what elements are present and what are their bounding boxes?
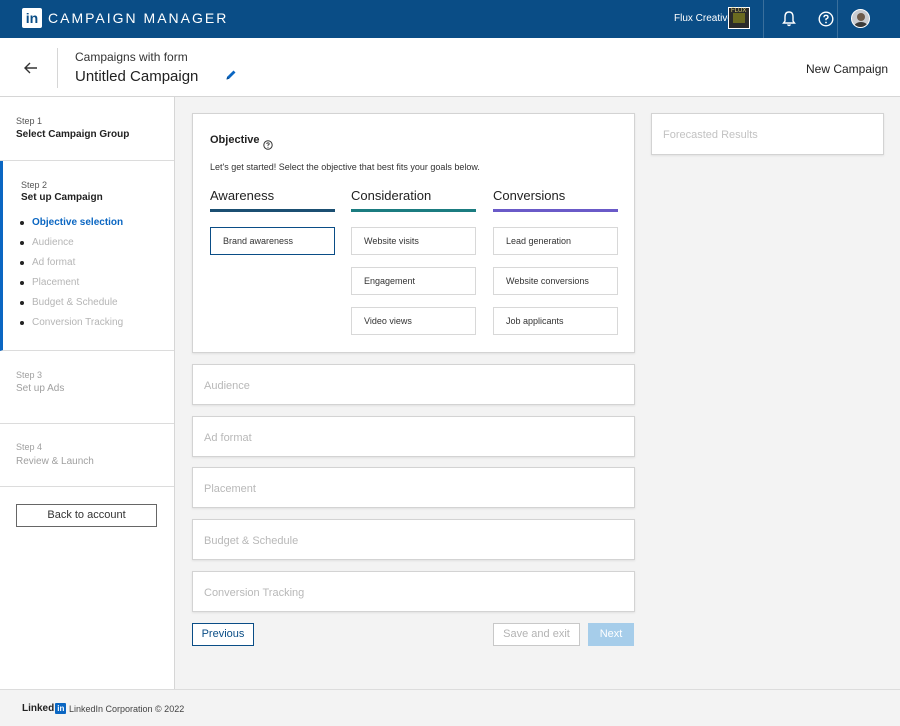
option-engagement[interactable]: Engagement xyxy=(351,267,476,295)
app-title: CAMPAIGN MANAGER xyxy=(48,10,229,26)
substep-conversion-tracking[interactable]: Conversion Tracking xyxy=(20,317,123,337)
new-campaign-label: New Campaign xyxy=(806,62,889,76)
account-name[interactable]: Flux Creative xyxy=(674,13,733,24)
section-budget-schedule[interactable]: Budget & Schedule xyxy=(192,519,635,560)
column-color-bar xyxy=(493,209,618,212)
step-number: Step 1 xyxy=(16,116,43,126)
topbar-divider xyxy=(763,0,764,38)
option-lead-generation[interactable]: Lead generation xyxy=(493,227,618,255)
account-logo-icon[interactable]: FLUX xyxy=(728,7,750,29)
steps-sidebar: Step 1 Select Campaign Group Step 2 Set … xyxy=(0,97,175,689)
back-arrow-icon[interactable] xyxy=(20,57,42,79)
step-number: Step 4 xyxy=(16,442,43,452)
section-ad-format[interactable]: Ad format xyxy=(192,416,635,457)
brand-text: Linked xyxy=(22,703,55,714)
column-color-bar xyxy=(351,209,476,212)
footer: Linked in LinkedIn Corporation © 2022 xyxy=(0,689,900,726)
forecasted-results-label: Forecasted Results xyxy=(663,129,758,141)
objective-heading: Objective xyxy=(210,134,260,146)
account-badge-text: FLUX xyxy=(731,8,747,14)
topbar-divider xyxy=(837,0,838,38)
step-name: Select Campaign Group xyxy=(16,129,130,140)
top-navigation-bar: in CAMPAIGN MANAGER Flux Creative FLUX xyxy=(0,0,900,38)
header-divider xyxy=(57,48,58,88)
question-circle-icon[interactable] xyxy=(263,137,273,150)
step-name: Set up Ads xyxy=(16,383,65,394)
column-title: Conversions xyxy=(493,188,566,203)
substep-budget-schedule[interactable]: Budget & Schedule xyxy=(20,297,123,317)
next-button[interactable]: Next xyxy=(588,623,634,646)
save-and-exit-button[interactable]: Save and exit xyxy=(493,623,580,646)
section-conversion-tracking[interactable]: Conversion Tracking xyxy=(192,571,635,612)
substep-audience[interactable]: Audience xyxy=(20,237,123,257)
substep-placement[interactable]: Placement xyxy=(20,277,123,297)
campaign-header: Campaigns with form Untitled Campaign Ne… xyxy=(0,38,900,97)
campaign-title: Untitled Campaign xyxy=(75,68,199,85)
option-website-visits[interactable]: Website visits xyxy=(351,227,476,255)
help-icon[interactable] xyxy=(816,9,836,29)
option-website-conversions[interactable]: Website conversions xyxy=(493,267,618,295)
brand-in-icon: in xyxy=(55,703,67,714)
footer-linkedin-logo[interactable]: Linked in xyxy=(22,703,67,714)
campaign-group-name: Campaigns with form xyxy=(75,50,188,64)
awareness-column: Awareness Brand awareness xyxy=(210,188,335,255)
section-label: Ad format xyxy=(204,432,252,444)
substep-ad-format[interactable]: Ad format xyxy=(20,257,123,277)
previous-button[interactable]: Previous xyxy=(192,623,254,646)
section-placement[interactable]: Placement xyxy=(192,467,635,508)
column-title: Consideration xyxy=(351,188,432,203)
step-4[interactable]: Step 4 Review & Launch xyxy=(0,424,174,487)
forecasted-results-panel: Forecasted Results xyxy=(651,113,884,155)
substep-objective-selection[interactable]: Objective selection xyxy=(20,217,123,237)
option-job-applicants[interactable]: Job applicants xyxy=(493,307,618,335)
section-label: Audience xyxy=(204,380,250,392)
section-label: Conversion Tracking xyxy=(204,587,305,599)
step-name: Review & Launch xyxy=(16,456,94,467)
step-1[interactable]: Step 1 Select Campaign Group xyxy=(0,97,174,161)
linkedin-logo-icon[interactable]: in xyxy=(22,8,42,28)
substep-list: Objective selection Audience Ad format P… xyxy=(20,217,123,337)
column-color-bar xyxy=(210,209,335,212)
objective-card: Objective Let's get started! Select the … xyxy=(192,113,635,353)
option-brand-awareness[interactable]: Brand awareness xyxy=(210,227,335,255)
edit-pencil-icon[interactable] xyxy=(224,68,238,82)
notifications-bell-icon[interactable] xyxy=(779,9,799,29)
step-number: Step 3 xyxy=(16,370,43,380)
consideration-column: Consideration Website visits Engagement … xyxy=(351,188,476,335)
section-label: Budget & Schedule xyxy=(204,535,299,547)
section-label: Placement xyxy=(204,483,256,495)
step-number: Step 2 xyxy=(21,180,48,190)
step-name: Set up Campaign xyxy=(21,192,103,203)
copyright-text: LinkedIn Corporation © 2022 xyxy=(69,704,185,714)
section-audience[interactable]: Audience xyxy=(192,364,635,405)
column-title: Awareness xyxy=(210,188,275,203)
back-to-account-button[interactable]: Back to account xyxy=(16,504,157,527)
objective-description: Let's get started! Select the objective … xyxy=(210,162,480,172)
user-avatar[interactable] xyxy=(851,9,870,28)
step-3[interactable]: Step 3 Set up Ads xyxy=(0,351,174,424)
conversions-column: Conversions Lead generation Website conv… xyxy=(493,188,618,335)
option-video-views[interactable]: Video views xyxy=(351,307,476,335)
